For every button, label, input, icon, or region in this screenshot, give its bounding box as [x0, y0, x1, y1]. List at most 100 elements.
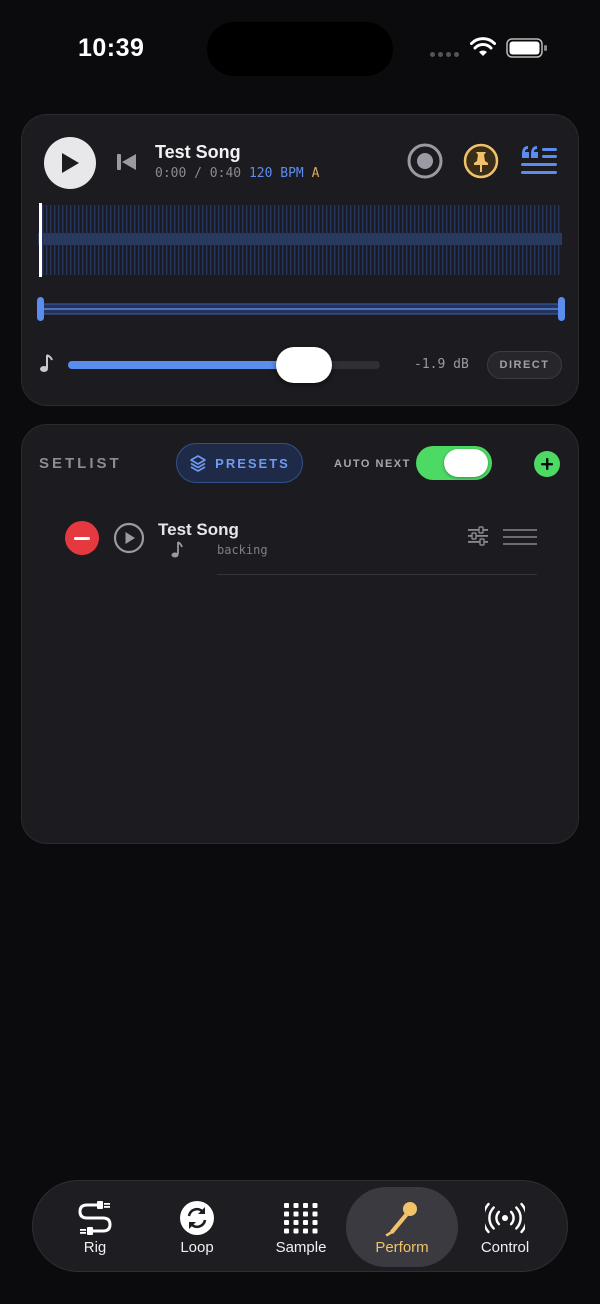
range-start-handle — [37, 297, 44, 321]
waveform-bar — [210, 205, 212, 275]
lyrics-icon[interactable] — [519, 142, 559, 180]
song-meta: 0:00 / 0:40 120 BPM A — [155, 166, 319, 181]
grid-dot — [284, 1220, 289, 1225]
waveform-bar — [174, 205, 176, 275]
waveform-bar — [74, 205, 76, 275]
grid-dot — [293, 1228, 299, 1234]
waveform-bar — [390, 205, 392, 275]
presets-button[interactable]: PRESETS — [176, 443, 303, 483]
waveform[interactable] — [38, 203, 562, 277]
waveform-bar — [82, 205, 84, 275]
setlist-title: SETLIST — [39, 455, 122, 472]
player-card: Test Song 0:00 / 0:40 120 BPM A -1.9 dB … — [21, 114, 579, 406]
volume-slider-track[interactable] — [68, 361, 380, 369]
waveform-bar — [150, 205, 152, 275]
waveform-bar — [418, 205, 420, 275]
tab-control[interactable]: Control — [449, 1187, 561, 1267]
waveform-bar — [382, 205, 384, 275]
add-song-button[interactable] — [534, 451, 560, 477]
waveform-bar — [122, 205, 124, 275]
waveform-bar — [350, 205, 352, 275]
play-button[interactable] — [44, 137, 96, 189]
waveform-bar — [474, 205, 476, 275]
waveform-bar — [178, 205, 180, 275]
skip-back-icon[interactable] — [114, 149, 140, 175]
waveform-bar — [278, 205, 280, 275]
waveform-bar — [86, 205, 88, 275]
toggle-knob — [444, 449, 488, 477]
record-icon[interactable] — [406, 142, 444, 180]
waveform-bar — [186, 205, 188, 275]
grid-dot — [293, 1220, 299, 1225]
tab-sample[interactable]: Sample — [245, 1187, 357, 1267]
waveform-bar — [182, 205, 184, 275]
waveform-bar — [90, 205, 92, 275]
status-time: 10:39 — [78, 34, 145, 62]
waveform-bar — [134, 205, 136, 275]
direct-button[interactable]: DIRECT — [487, 351, 562, 379]
time-separator: / — [194, 166, 202, 181]
waveform-bar — [166, 205, 168, 275]
waveform-bar — [230, 205, 232, 275]
waveform-bar — [102, 205, 104, 275]
battery-icon — [506, 38, 547, 58]
waveform-bar — [374, 205, 376, 275]
waveform-bar — [246, 205, 248, 275]
waveform-bar — [338, 205, 340, 275]
play-circle-icon[interactable] — [113, 522, 145, 554]
waveform-bar — [530, 205, 532, 275]
volume-db-readout: -1.9 dB — [414, 357, 469, 372]
grid-dot — [312, 1220, 318, 1225]
tab-loop[interactable]: Loop — [141, 1187, 253, 1267]
waveform-bar — [518, 205, 520, 275]
waveform-bar — [258, 205, 260, 275]
waveform-bar — [70, 205, 72, 275]
waveform-bar — [62, 205, 64, 275]
waveform-bar — [42, 205, 44, 275]
waveform-bar — [290, 205, 292, 275]
pin-icon[interactable] — [462, 142, 500, 180]
waveform-bar — [66, 205, 68, 275]
tab-label: Control — [480, 1239, 530, 1256]
waveform-bar — [334, 205, 336, 275]
waveform-bar — [202, 205, 204, 275]
waveform-bar — [482, 205, 484, 275]
grid-dot — [284, 1203, 289, 1208]
waveform-bar — [262, 205, 264, 275]
waveform-bar — [510, 205, 512, 275]
grid-icon — [281, 1199, 321, 1237]
waveform-bar — [282, 205, 284, 275]
waveform-bar — [158, 205, 160, 275]
volume-slider-thumb[interactable] — [276, 347, 332, 383]
waveform-bar — [114, 205, 116, 275]
tab-rig[interactable]: Rig — [39, 1187, 151, 1267]
status-bar: 10:39 — [0, 0, 600, 96]
waveform-bar — [534, 205, 536, 275]
waveform-bar — [434, 205, 436, 275]
setlist-item-title: Test Song — [158, 520, 239, 539]
waveform-bar — [438, 205, 440, 275]
waveform-bar — [190, 205, 192, 275]
waveform-bar — [490, 205, 492, 275]
grid-dot — [312, 1228, 318, 1234]
waveform-bar — [238, 205, 240, 275]
loop-range-slider[interactable] — [36, 297, 566, 321]
waveform-bar — [506, 205, 508, 275]
setlist-row[interactable]: Test Song backing — [22, 515, 580, 579]
waveform-bar — [330, 205, 332, 275]
sliders-icon[interactable] — [467, 525, 489, 547]
waveform-bar — [302, 205, 304, 275]
key-readout: A — [311, 166, 320, 181]
tab-perform[interactable]: Perform — [346, 1187, 458, 1267]
waveform-bar — [458, 205, 460, 275]
drag-handle-icon[interactable] — [503, 527, 537, 547]
auto-next-label: AUTO NEXT — [334, 458, 411, 470]
waveform-bar — [110, 205, 112, 275]
remove-song-button[interactable] — [65, 521, 99, 555]
waveform-bar — [538, 205, 540, 275]
waveform-bar — [366, 205, 368, 275]
waveform-bar — [154, 205, 156, 275]
tab-bar: Rig Loop Sample Perform Control — [32, 1180, 568, 1272]
waveform-bar — [254, 205, 256, 275]
auto-next-toggle[interactable] — [416, 446, 492, 480]
